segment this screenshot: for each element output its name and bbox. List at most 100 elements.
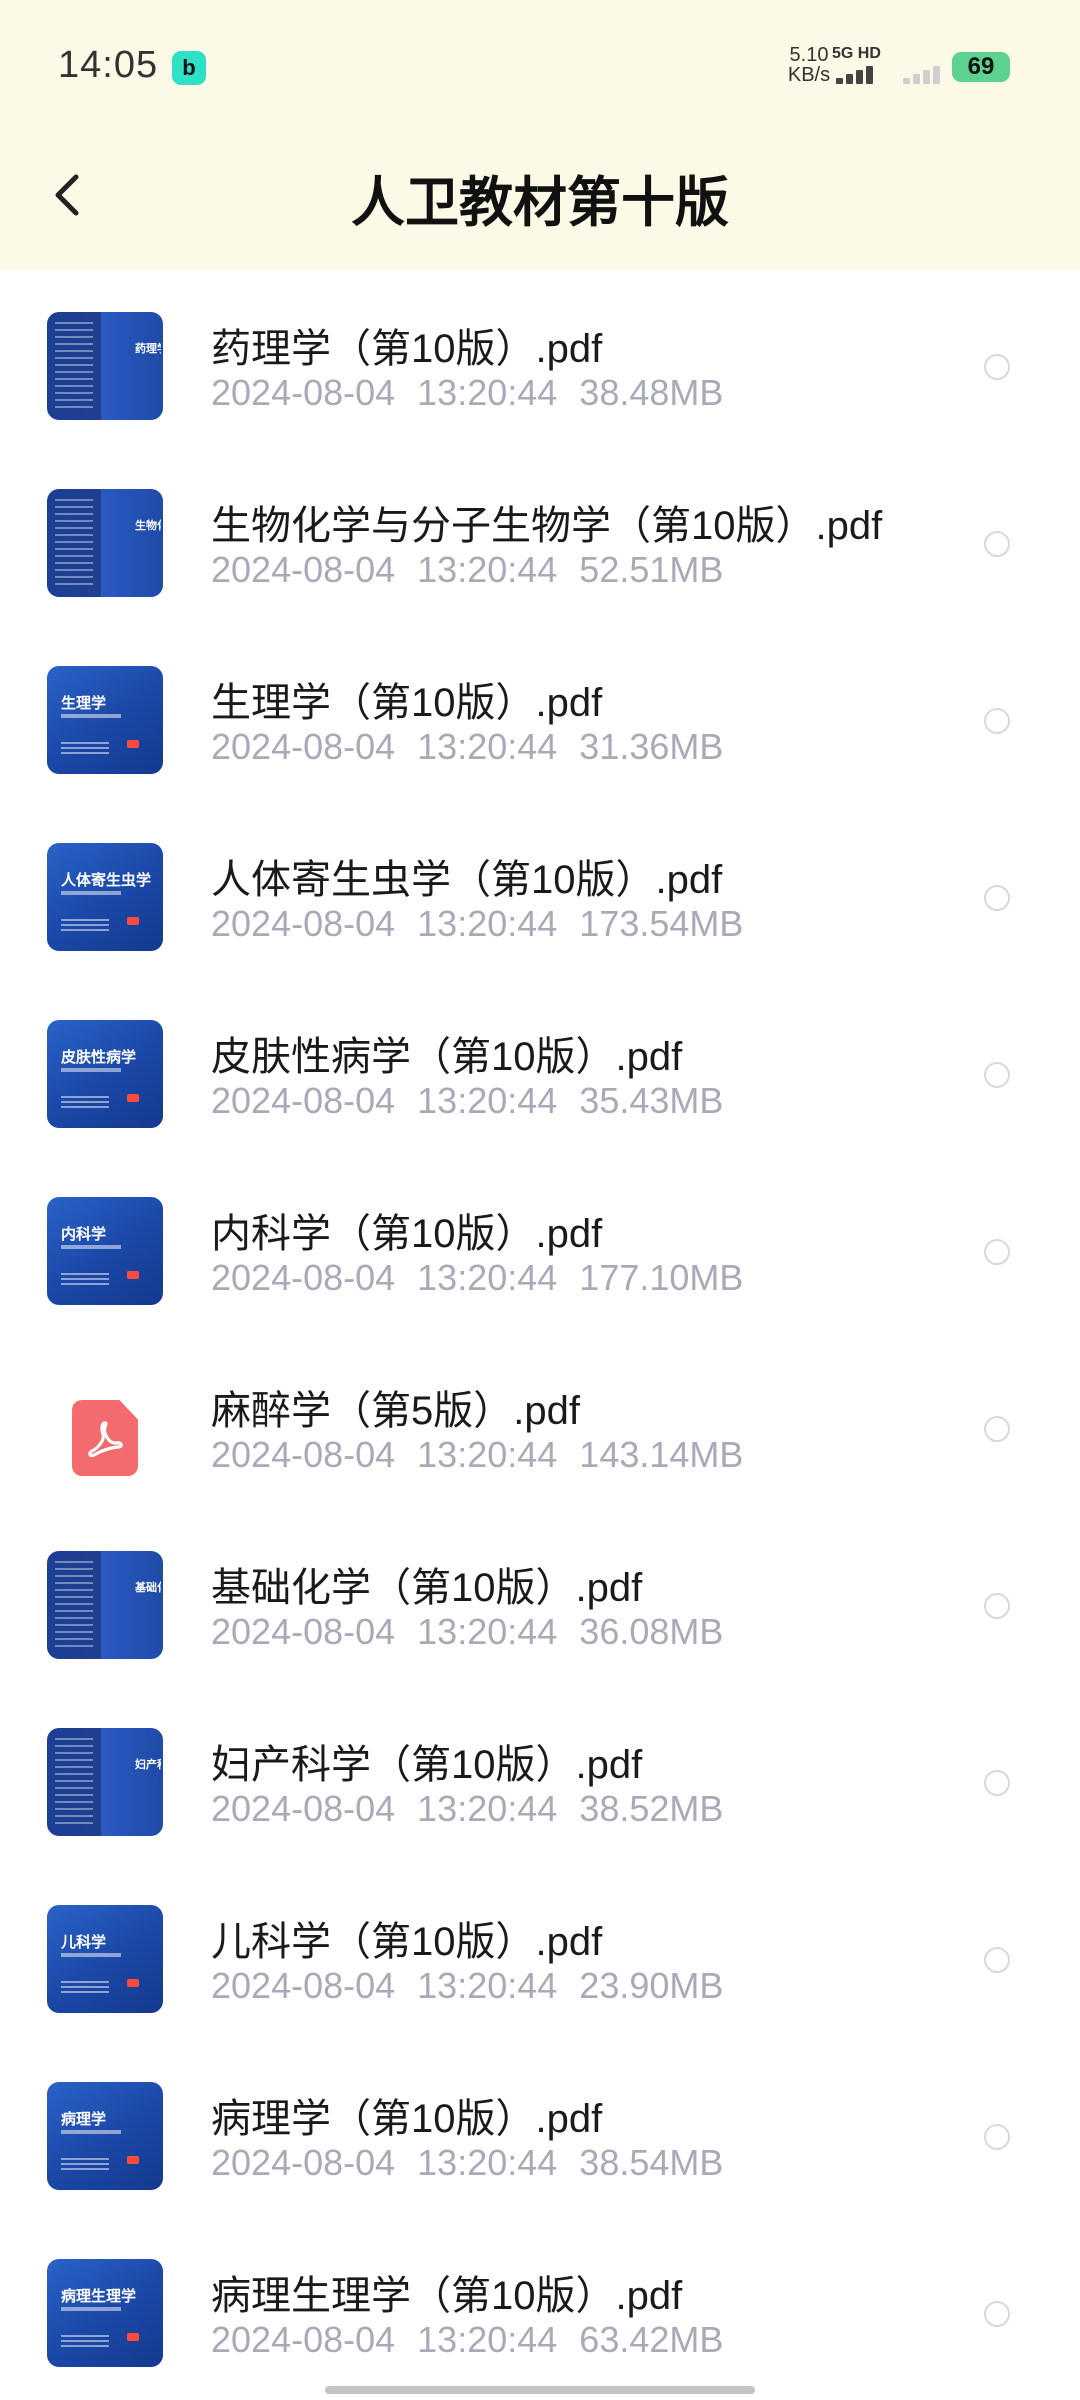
file-date: 2024-08-04 [211,1434,396,1475]
signal-strength-secondary-icon [903,64,947,84]
book-cover-thumbnail: 病理学 [47,2082,163,2190]
file-date: 2024-08-04 [211,903,396,944]
file-time: 13:20:44 [417,2142,558,2183]
file-row[interactable]: 内科学 内科学（第10版）.pdf 2024-08-04 13:20:44 177.10… [0,1155,1080,1332]
book-cover-thumbnail: 病理生理学 [47,2259,163,2367]
file-row[interactable]: 生理学 生理学（第10版）.pdf 2024-08-04 13:20:44 31.36M… [0,624,1080,801]
select-radio-button[interactable] [984,708,1010,734]
select-radio-button[interactable] [984,1416,1010,1442]
file-size: 31.36MB [579,726,724,767]
file-size: 38.54MB [579,2142,724,2183]
file-name: 病理生理学（第10版）.pdf [211,2274,683,2318]
select-radio-button[interactable] [984,1770,1010,1796]
file-name: 妇产科学（第10版）.pdf [211,1743,643,1787]
file-meta: 2024-08-04 13:20:44 173.54MB [211,903,765,945]
file-time: 13:20:44 [417,1434,558,1475]
file-date: 2024-08-04 [211,1788,396,1829]
file-meta: 2024-08-04 13:20:44 52.51MB [211,549,745,591]
select-radio-button[interactable] [984,885,1010,911]
book-cover-thumbnail: 妇产科 [47,1728,163,1836]
file-name: 内科学（第10版）.pdf [211,1212,603,1256]
file-row[interactable]: 人体寄生虫学 人体寄生虫学（第10版）.pdf 2024-08-04 13:20:44… [0,801,1080,978]
file-row[interactable]: 药理学 药理学（第10版）.pdf2024-08-04 13:20:44 38.48M… [0,270,1080,447]
status-bar: 14:05 b 5.10 KB/s 5G HD 69 [0,0,1080,130]
file-size: 52.51MB [579,549,724,590]
file-meta: 2024-08-04 13:20:44 177.10MB [211,1257,765,1299]
book-cover-thumbnail: 内科学 [47,1197,163,1305]
cover-label: 生理学 [61,695,107,712]
home-indicator[interactable] [325,2386,755,2394]
file-meta: 2024-08-04 13:20:44 35.43MB [211,1080,745,1122]
select-radio-button[interactable] [984,1239,1010,1265]
select-radio-button[interactable] [984,354,1010,380]
file-meta: 2024-08-04 13:20:44 23.90MB [211,1965,745,2007]
file-date: 2024-08-04 [211,549,396,590]
file-meta: 2024-08-04 13:20:44 31.36MB [211,726,745,768]
file-row[interactable]: 病理生理学 病理生理学（第10版）.pdf 2024-08-04 13:20:44 63… [0,2217,1080,2394]
file-date: 2024-08-04 [211,372,396,413]
file-size: 177.10MB [579,1257,744,1298]
select-radio-button[interactable] [984,1593,1010,1619]
file-row[interactable]: 麻醉学（第5版）.pdf 2024-08-04 13:20:44 143.14MB [0,1332,1080,1509]
page-header: 人卫教材第十版 [0,130,1080,270]
select-radio-button[interactable] [984,2301,1010,2327]
select-radio-button[interactable] [984,531,1010,557]
file-time: 13:20:44 [417,549,558,590]
signal-strength-icon [836,64,882,84]
file-meta: 2024-08-04 13:20:44 143.14MB [211,1434,765,1476]
file-name: 生物化学与分子生物学（第10版）.pdf [211,504,883,548]
file-size: 38.52MB [579,1788,724,1829]
file-name: 基础化学（第10版）.pdf [211,1566,643,1610]
select-radio-button[interactable] [984,1947,1010,1973]
cover-label: 皮肤性病学 [61,1049,137,1066]
file-meta: 2024-08-04 13:20:44 38.52MB [211,1788,745,1830]
cover-label: 人体寄生虫学 [61,872,152,889]
network-type: 5G HD [832,45,881,62]
page-title: 人卫教材第十版 [351,173,729,233]
pdf-file-icon [72,1400,138,1476]
file-row[interactable]: 基础化 基础化学（第10版）.pdf2024-08-04 13:20:44 36.08… [0,1509,1080,1686]
file-date: 2024-08-04 [211,1611,396,1652]
top-area: 14:05 b 5.10 KB/s 5G HD 69 人卫教材第十版 [0,0,1080,270]
battery-icon: 69 [952,52,1010,82]
file-size: 36.08MB [579,1611,724,1652]
file-row[interactable]: 生物化 生物化学与分子生物学（第10版）.pdf2024-08-04 13:20:4… [0,447,1080,624]
file-name: 皮肤性病学（第10版）.pdf [211,1035,683,1079]
file-name: 药理学（第10版）.pdf [211,327,603,371]
file-row[interactable]: 病理学 病理学（第10版）.pdf 2024-08-04 13:20:44 38.54M… [0,2040,1080,2217]
file-time: 13:20:44 [417,1611,558,1652]
file-time: 13:20:44 [417,1080,558,1121]
cover-label: 儿科学 [61,1934,107,1951]
cover-label: 病理学 [61,2111,107,2128]
file-time: 13:20:44 [417,1965,558,2006]
cover-label: 病理生理学 [61,2288,137,2305]
file-size: 38.48MB [579,372,724,413]
file-row[interactable]: 妇产科 妇产科学（第10版）.pdf2024-08-04 13:20:44 38.52… [0,1686,1080,1863]
file-time: 13:20:44 [417,2319,558,2360]
select-radio-button[interactable] [984,1062,1010,1088]
cover-label: 内科学 [61,1226,107,1243]
file-date: 2024-08-04 [211,1257,396,1298]
file-size: 143.14MB [579,1434,744,1475]
select-radio-button[interactable] [984,2124,1010,2150]
cover-label: 妇产科 [135,1759,161,1771]
book-cover-thumbnail: 人体寄生虫学 [47,843,163,951]
book-cover-thumbnail: 皮肤性病学 [47,1020,163,1128]
file-date: 2024-08-04 [211,1965,396,2006]
book-cover-thumbnail: 药理学 [47,312,163,420]
file-size: 23.90MB [579,1965,724,2006]
cover-label: 生物化 [135,520,161,532]
file-name: 麻醉学（第5版）.pdf [211,1389,580,1433]
file-date: 2024-08-04 [211,1080,396,1121]
file-size: 173.54MB [579,903,744,944]
status-time: 14:05 [58,44,159,86]
file-row[interactable]: 皮肤性病学 皮肤性病学（第10版）.pdf 2024-08-04 13:20:44 35… [0,978,1080,1155]
file-name: 生理学（第10版）.pdf [211,681,603,725]
file-time: 13:20:44 [417,372,558,413]
file-time: 13:20:44 [417,726,558,767]
file-row[interactable]: 儿科学 儿科学（第10版）.pdf 2024-08-04 13:20:44 23.90M… [0,1863,1080,2040]
file-date: 2024-08-04 [211,2142,396,2183]
file-size: 35.43MB [579,1080,724,1121]
file-meta: 2024-08-04 13:20:44 38.54MB [211,2142,745,2184]
book-cover-thumbnail: 基础化 [47,1551,163,1659]
